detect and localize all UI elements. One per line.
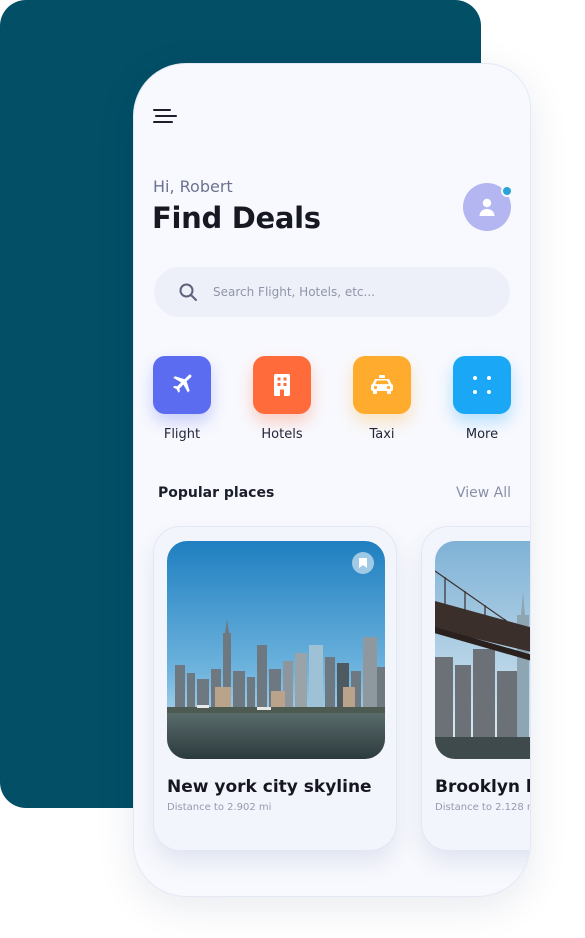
place-name: New york city skyline xyxy=(167,777,372,797)
search-placeholder[interactable]: Search Flight, Hotels, etc... xyxy=(213,267,375,317)
place-photo xyxy=(435,541,530,759)
plane-icon[interactable] xyxy=(153,356,211,414)
section-title: Popular places xyxy=(158,485,275,501)
hotel-icon[interactable] xyxy=(253,356,311,414)
category-flight[interactable]: Flight xyxy=(152,356,212,442)
search-bar[interactable]: Search Flight, Hotels, etc... xyxy=(154,267,510,317)
category-label: Hotels xyxy=(261,427,303,442)
category-hotels[interactable]: Hotels xyxy=(252,356,312,442)
place-card[interactable]: New york city skyline Distance to 2.902 … xyxy=(154,527,396,850)
menu-icon[interactable] xyxy=(153,109,179,129)
place-card[interactable]: Brooklyn br Distance to 2.128 m xyxy=(422,527,530,850)
view-all-link[interactable]: View All xyxy=(456,485,511,501)
greeting: Hi, Robert xyxy=(153,177,233,196)
phone-screen: Hi, Robert Find Deals Search Flight, Hot… xyxy=(134,64,530,896)
search-icon xyxy=(179,283,197,301)
bookmark-icon[interactable] xyxy=(352,552,374,574)
grid-dots-icon[interactable] xyxy=(453,356,511,414)
user-icon xyxy=(479,198,495,216)
notification-dot xyxy=(501,185,513,197)
place-distance: Distance to 2.902 mi xyxy=(167,802,272,813)
place-distance: Distance to 2.128 m xyxy=(435,802,530,813)
category-label: More xyxy=(465,427,499,442)
category-more[interactable]: More xyxy=(452,356,512,442)
taxi-icon[interactable] xyxy=(353,356,411,414)
place-photo xyxy=(167,541,385,759)
category-label: Taxi xyxy=(369,427,395,442)
place-name: Brooklyn br xyxy=(435,777,530,797)
page-title: Find Deals xyxy=(152,201,321,235)
category-label: Flight xyxy=(163,427,201,442)
category-taxi[interactable]: Taxi xyxy=(352,356,412,442)
